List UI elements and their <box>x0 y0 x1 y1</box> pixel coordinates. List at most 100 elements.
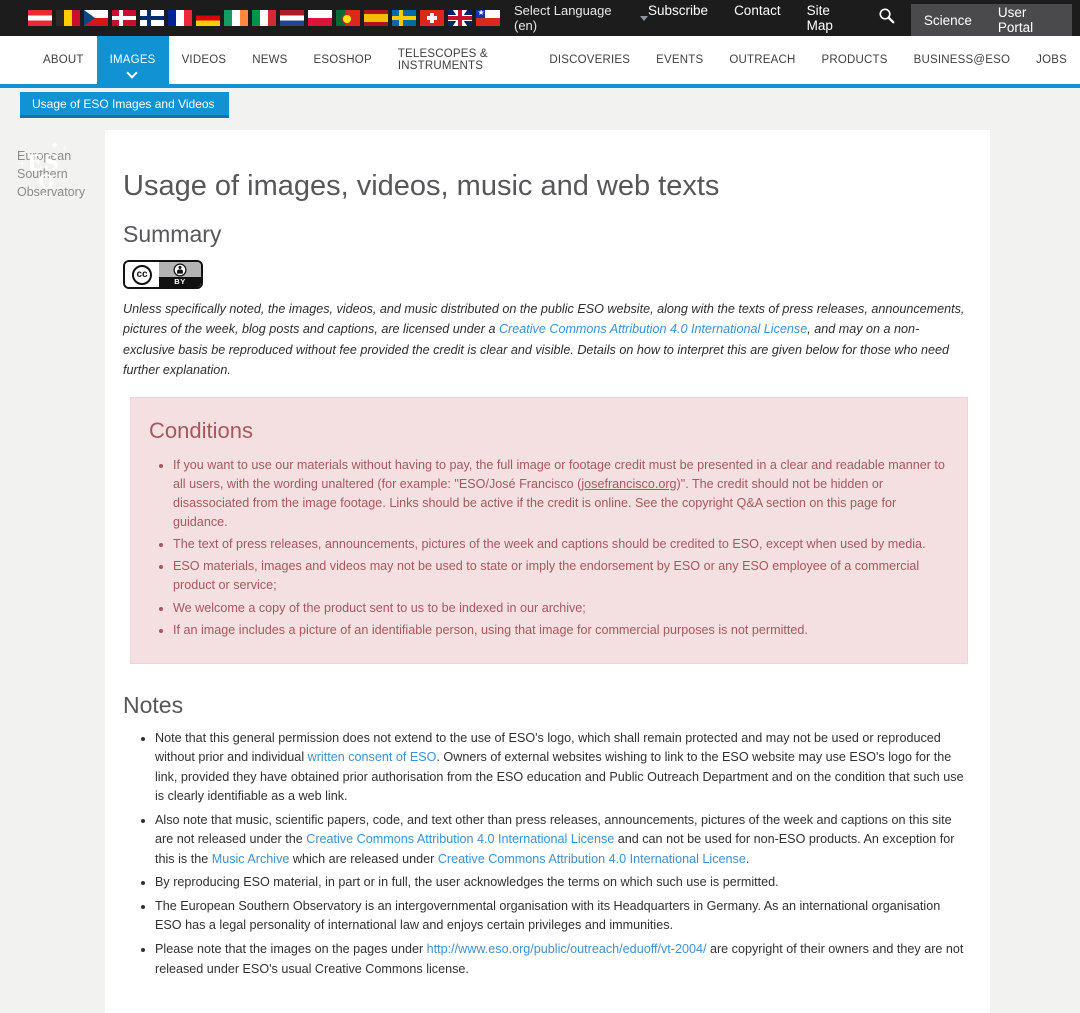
plus-star-icon: + <box>19 158 25 170</box>
text-link[interactable]: josefrancisco.org <box>581 477 676 491</box>
attribution-person-icon <box>159 262 201 277</box>
portugal-flag-icon[interactable] <box>336 10 360 26</box>
star-icon: ✦ <box>50 139 59 152</box>
conditions-heading: Conditions <box>149 418 951 444</box>
main-nav: ABOUT IMAGES VIDEOS NEWS ESOSHOP TELESCOPES &… <box>0 36 1080 88</box>
topbar-link-contact[interactable]: Contact <box>734 3 781 33</box>
creative-commons-icon: cc <box>132 265 152 285</box>
portal-button-user-portal[interactable]: User Portal <box>985 4 1072 36</box>
nav-item-label: NEWS <box>252 54 287 66</box>
sweden-flag-icon[interactable] <box>392 10 416 26</box>
language-selector-label: Select Language (en) <box>514 3 633 33</box>
denmark-flag-icon[interactable] <box>112 10 136 26</box>
portal-button-science[interactable]: Science <box>911 4 985 36</box>
list-item: The text of press releases, announcement… <box>173 535 951 554</box>
netherlands-flag-icon[interactable] <box>280 10 304 26</box>
ireland-flag-icon[interactable] <box>224 10 248 26</box>
nav-item-label: BUSINESS@ESO <box>914 54 1011 66</box>
nav-item-discoveries[interactable]: DISCOVERIES <box>536 36 643 84</box>
text-span: . <box>746 852 750 866</box>
nav-item-label: PRODUCTS <box>821 54 887 66</box>
topbar-links: Subscribe Contact Site Map <box>648 3 852 33</box>
nav-item-news[interactable]: NEWS <box>239 36 300 84</box>
list-item: If an image includes a picture of an ide… <box>173 621 951 640</box>
list-item: Please note that the images on the pages… <box>155 940 968 979</box>
list-item: By reproducing ESO material, in part or … <box>155 873 968 893</box>
nav-item-label: ESOSHOP <box>314 54 372 66</box>
list-item: ESO materials, images and videos may not… <box>173 557 951 595</box>
finland-flag-icon[interactable] <box>140 10 164 26</box>
nav-item-esoshop[interactable]: ESOSHOP <box>301 36 385 84</box>
poland-flag-icon[interactable] <box>308 10 332 26</box>
list-item: The European Southern Observatory is an … <box>155 897 968 936</box>
text-span: We welcome a copy of the product sent to… <box>173 601 586 615</box>
spain-flag-icon[interactable] <box>364 10 388 26</box>
flag-list <box>28 10 500 26</box>
list-item: We welcome a copy of the product sent to… <box>173 599 951 618</box>
notes-list: Note that this general permission does n… <box>123 729 968 979</box>
text-link[interactable]: Creative Commons Attribution 4.0 Interna… <box>438 852 746 866</box>
summary-paragraph: Unless specifically noted, the images, v… <box>123 299 968 381</box>
notes-heading: Notes <box>123 692 968 719</box>
plus-star-icon: + <box>62 144 68 155</box>
united-kingdom-flag-icon[interactable] <box>448 10 472 26</box>
notes-section: Notes Note that this general permission … <box>123 692 968 979</box>
text-link[interactable]: written consent of ESO <box>308 750 437 764</box>
italy-flag-icon[interactable] <box>252 10 276 26</box>
nav-item-outreach[interactable]: OUTREACH <box>716 36 808 84</box>
text-link[interactable]: Music Archive <box>212 852 290 866</box>
sidebar: ES O ✦ + + + European Southern Observato… <box>17 138 101 201</box>
nav-item-telescopes-instruments[interactable]: TELESCOPES & INSTRUMENTS <box>385 36 536 84</box>
topbar-link-site-map[interactable]: Site Map <box>807 3 852 33</box>
nav-item-business-eso[interactable]: BUSINESS@ESO <box>901 36 1024 84</box>
nav-item-jobs[interactable]: JOBS <box>1023 36 1080 84</box>
breadcrumb-bar: Usage of ESO Images and Videos <box>0 92 1080 120</box>
chevron-down-icon <box>126 67 137 78</box>
plus-star-icon: + <box>41 190 47 202</box>
summary-heading: Summary <box>123 221 968 248</box>
germany-flag-icon[interactable] <box>196 10 220 26</box>
cc-by-label: BY <box>159 277 201 287</box>
nav-item-label: VIDEOS <box>182 54 227 66</box>
nav-item-products[interactable]: PRODUCTS <box>808 36 900 84</box>
top-utility-bar: Select Language (en) Subscribe Contact Sit… <box>0 0 1080 36</box>
nav-item-images[interactable]: IMAGES <box>97 36 169 84</box>
cc-by-license-badge[interactable]: cc BY <box>123 260 203 289</box>
nav-item-label: EVENTS <box>656 54 703 66</box>
nav-item-label: IMAGES <box>110 54 156 66</box>
text-span: By reproducing ESO material, in part or … <box>155 875 779 889</box>
nav-item-label: ABOUT <box>43 54 84 66</box>
czech-republic-flag-icon[interactable] <box>84 10 108 26</box>
text-link[interactable]: Creative Commons Attribution 4.0 Interna… <box>306 832 614 846</box>
cc-badge-right: BY <box>159 262 201 287</box>
conditions-box: Conditions If you want to use our materi… <box>130 397 968 664</box>
france-flag-icon[interactable] <box>168 10 192 26</box>
nav-item-events[interactable]: EVENTS <box>643 36 716 84</box>
portal-buttons: ScienceUser Portal <box>911 4 1072 36</box>
cc-badge-left: cc <box>125 262 159 287</box>
austria-flag-icon[interactable] <box>28 10 52 26</box>
nav-item-label: OUTREACH <box>729 54 795 66</box>
switzerland-flag-icon[interactable] <box>420 10 444 26</box>
text-link[interactable]: http://www.eso.org/public/outreach/eduof… <box>427 942 707 956</box>
conditions-list: If you want to use our materials without… <box>141 456 951 640</box>
topbar-link-subscribe[interactable]: Subscribe <box>648 3 708 33</box>
language-selector[interactable]: Select Language (en) <box>514 3 648 33</box>
nav-item-videos[interactable]: VIDEOS <box>169 36 240 84</box>
text-span: Please note that the images on the pages… <box>155 942 427 956</box>
belgium-flag-icon[interactable] <box>56 10 80 26</box>
text-span: The European Southern Observatory is an … <box>155 899 940 933</box>
search-icon <box>878 7 895 29</box>
nav-item-label: DISCOVERIES <box>549 54 630 66</box>
breadcrumb[interactable]: Usage of ESO Images and Videos <box>20 92 229 118</box>
chile-flag-icon[interactable] <box>476 10 500 26</box>
text-span: which are released under <box>289 852 437 866</box>
caret-down-icon <box>640 16 648 21</box>
text-link[interactable]: Creative Commons Attribution 4.0 Interna… <box>499 322 807 336</box>
nav-item-about[interactable]: ABOUT <box>30 36 97 84</box>
list-item: Also note that music, scientific papers,… <box>155 811 968 870</box>
nav-item-label: JOBS <box>1036 54 1067 66</box>
search-button[interactable] <box>878 7 895 29</box>
list-item: If you want to use our materials without… <box>173 456 951 533</box>
page-title: Usage of images, videos, music and web t… <box>123 170 968 203</box>
